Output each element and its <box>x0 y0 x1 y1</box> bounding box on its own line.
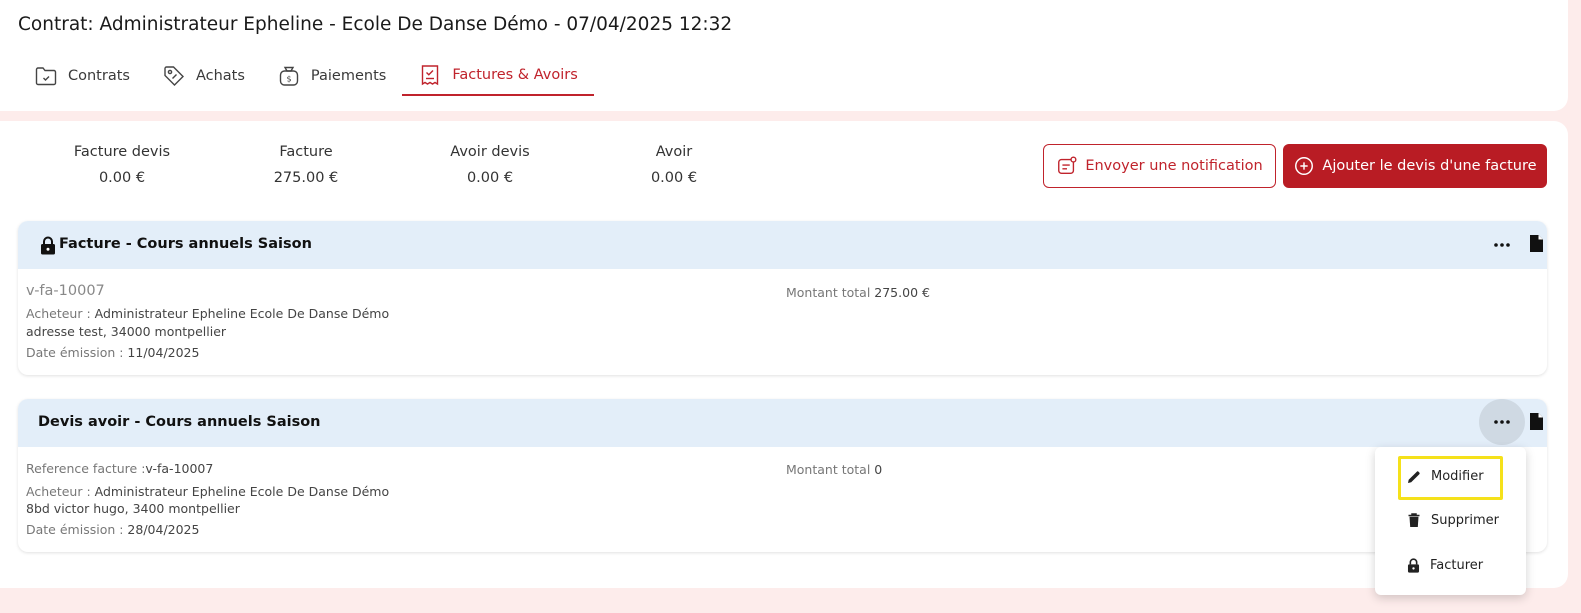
reference-line: Reference facture :v-fa-10007 <box>26 461 213 476</box>
tab-label: Achats <box>195 68 245 84</box>
total-label: Montant total <box>786 462 875 477</box>
stat-facture: Facture 275.00 € <box>214 144 398 186</box>
buyer-line: Acheteur : Administrateur Epheline Ecole… <box>26 306 389 321</box>
menu-item-facturer[interactable]: Facturer <box>1407 558 1483 573</box>
invoice-card-header: Facture - Cours annuels Saison <box>18 221 1547 269</box>
stat-label: Facture devis <box>73 144 171 160</box>
reference-label: Reference facture : <box>26 461 146 476</box>
button-label: Ajouter le devis d'une facture <box>1322 158 1537 174</box>
lock-icon <box>40 236 56 255</box>
address-value: adresse test, 34000 montpellier <box>26 324 227 339</box>
date-value: 11/04/2025 <box>127 345 200 360</box>
options-menu: Modifier Supprimer Facturer <box>1375 447 1526 595</box>
stat-value: 0.00 € <box>98 170 146 186</box>
stat-label: Avoir devis <box>450 144 530 160</box>
tab-label: Paiements <box>310 68 387 84</box>
notification-icon <box>1056 155 1078 177</box>
buyer-name: Administrateur Epheline Ecole De Danse D… <box>94 484 390 499</box>
credit-quote-title: Devis avoir - Cours annuels Saison <box>38 414 321 430</box>
address-value: 8bd victor hugo, 3400 montpellier <box>26 501 240 516</box>
stat-avoir: Avoir 0.00 € <box>582 144 766 186</box>
date-value: 28/04/2025 <box>127 522 200 537</box>
stat-value: 0.00 € <box>466 170 514 186</box>
file-icon[interactable] <box>1529 234 1544 253</box>
menu-item-supprimer[interactable]: Supprimer <box>1407 513 1499 528</box>
total-amount-line: Montant total 275.00 € <box>786 285 930 300</box>
more-horizontal-icon <box>1494 420 1510 424</box>
plus-circle-icon <box>1293 155 1315 177</box>
total-value: 0 <box>874 462 883 477</box>
issue-date-line: Date émission : 11/04/2025 <box>26 345 199 360</box>
buyer-line: Acheteur : Administrateur Epheline Ecole… <box>26 484 389 499</box>
stat-value: 0.00 € <box>650 170 698 186</box>
credit-quote-card-header: Devis avoir - Cours annuels Saison <box>18 399 1547 447</box>
menu-item-label: Modifier <box>1431 469 1484 484</box>
menu-item-label: Supprimer <box>1431 513 1499 528</box>
more-horizontal-icon <box>1494 243 1510 247</box>
lock-icon <box>1407 558 1420 573</box>
header-card: Contrat: Administrateur Epheline - Ecole… <box>0 0 1568 111</box>
issue-date-line: Date émission : 28/04/2025 <box>26 522 199 537</box>
date-label: Date émission : <box>26 345 128 360</box>
buyer-address: adresse test, 34000 montpellier <box>26 324 226 339</box>
tab-achats[interactable]: Achats <box>146 56 261 96</box>
buyer-address: 8bd victor hugo, 3400 montpellier <box>26 501 240 516</box>
stat-avoir-devis: Avoir devis 0.00 € <box>398 144 582 186</box>
invoice-card: Facture - Cours annuels Saison v-fa-1000… <box>18 221 1547 375</box>
tab-label: Factures & Avoirs <box>452 67 578 83</box>
total-label: Montant total <box>786 285 875 300</box>
invoice-title: Facture - Cours annuels Saison <box>59 236 312 252</box>
tab-paiements[interactable]: $ Paiements <box>261 56 402 96</box>
trash-icon <box>1407 513 1421 528</box>
buyer-name: Administrateur Epheline Ecole De Danse D… <box>94 306 390 321</box>
pencil-icon <box>1407 470 1421 484</box>
date-label: Date émission : <box>26 522 128 537</box>
send-notification-button[interactable]: Envoyer une notification <box>1043 144 1276 188</box>
stats-summary: Facture devis 0.00 € Facture 275.00 € Av… <box>30 144 766 186</box>
invoice-reference: v-fa-10007 <box>26 283 105 299</box>
more-options-button[interactable] <box>1479 222 1525 268</box>
buyer-label: Acheteur : <box>26 484 95 499</box>
tab-label: Contrats <box>68 68 130 84</box>
money-bag-icon: $ <box>277 64 301 88</box>
tab-contrats[interactable]: Contrats <box>18 56 146 96</box>
buyer-label: Acheteur : <box>26 306 95 321</box>
total-amount-line: Montant total 0 <box>786 462 882 477</box>
menu-item-modifier[interactable]: Modifier <box>1407 469 1484 484</box>
add-invoice-quote-button[interactable]: Ajouter le devis d'une facture <box>1283 144 1547 188</box>
credit-quote-card: Devis avoir - Cours annuels Saison Refer… <box>18 399 1547 552</box>
more-options-button[interactable] <box>1479 399 1525 445</box>
stat-facture-devis: Facture devis 0.00 € <box>30 144 214 186</box>
stat-label: Avoir <box>655 144 693 160</box>
reference-value: v-fa-10007 <box>145 461 214 476</box>
tag-icon <box>162 64 186 88</box>
invoice-check-icon <box>418 63 442 87</box>
page-title: Contrat: Administrateur Epheline - Ecole… <box>18 14 733 35</box>
svg-text:$: $ <box>286 75 291 84</box>
stat-value: 275.00 € <box>273 170 339 186</box>
menu-item-label: Facturer <box>1430 558 1484 573</box>
button-label: Envoyer une notification <box>1085 158 1263 174</box>
tab-factures-avoirs[interactable]: Factures & Avoirs <box>402 56 594 96</box>
total-value: 275.00 € <box>874 285 930 300</box>
file-icon[interactable] <box>1529 412 1544 431</box>
tab-bar: Contrats Achats $ Paiements Factures & A… <box>18 56 594 96</box>
stat-label: Facture <box>279 144 333 160</box>
folder-check-icon <box>34 64 58 88</box>
